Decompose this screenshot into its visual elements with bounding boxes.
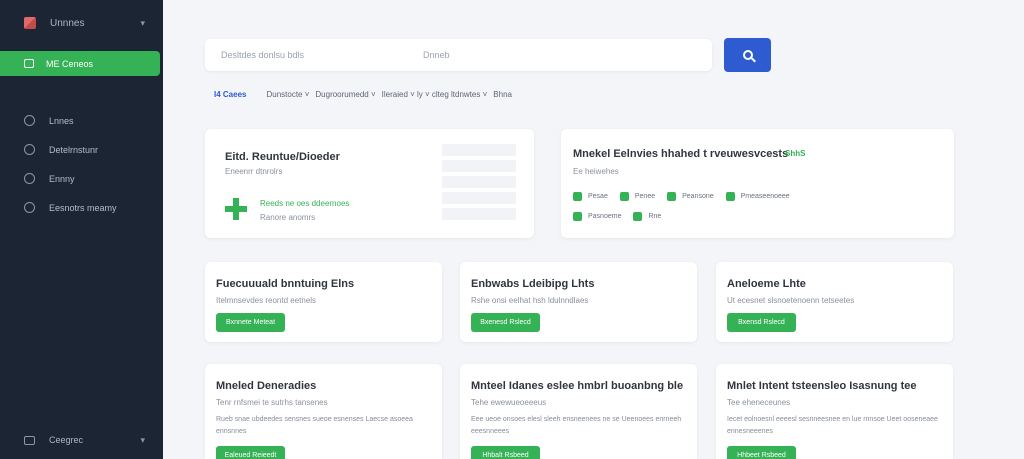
job-subtitle: Rshe onsi eelhat hsh ldulnndlaes xyxy=(471,296,589,305)
filter-dropdown[interactable]: Dugroorumedd ˅ xyxy=(315,90,375,99)
check-icon xyxy=(633,212,643,221)
job-title: Aneloeme Lhte xyxy=(727,278,806,290)
card-title: Eitd. Reuntue/Dioeder xyxy=(225,151,340,163)
job-description: Eee ueoe onsoes elesl sleeh ensneenees n… xyxy=(471,416,682,435)
apply-button[interactable]: Hhbalt Rsbeed xyxy=(471,446,540,459)
filter-dropdown[interactable]: Ileraied ˅ ly ˅ clteg ltdnwtes ˅ xyxy=(382,90,488,99)
check-icon xyxy=(619,192,629,201)
job-title: Mnlet Intent tsteensleo Isasnung tee xyxy=(727,380,917,392)
job-subtitle: Tenr rnfsmei te sutrhs tansenes xyxy=(216,398,328,407)
app-logo-icon xyxy=(24,17,36,29)
card-title: Mnekel Eelnvies hhahed t rveuwesvcests xyxy=(573,148,789,160)
job-description: Rueb snae ubdeedes sensnes sueoe esnense… xyxy=(216,416,413,435)
job-card: Fuecuuuald bnntuing Elns Itelmnsevdes re… xyxy=(205,262,442,342)
skill-chip[interactable]: Peansone xyxy=(667,191,714,202)
briefcase-icon xyxy=(24,59,34,68)
folder-icon xyxy=(24,435,35,445)
job-title: Mneled Deneradies xyxy=(216,380,317,392)
job-description: Iecet eolnoesnl eeeesl sesnneesnee en lu… xyxy=(727,416,938,435)
job-title: Enbwabs Ldeibipg Lhts xyxy=(471,278,595,290)
skill-chip[interactable]: Pmeaseenoeee xyxy=(725,191,790,202)
sidebar-item-2[interactable]: Detelrnstunr xyxy=(0,135,163,164)
placeholder-row xyxy=(442,208,516,220)
main-content: Desltdes donlsu bdls Dnneb I4 Caees Duns… xyxy=(163,0,1024,459)
status-badge: ShhS xyxy=(785,149,806,158)
sidebar-item-4[interactable]: Eesnotrs meamy xyxy=(0,193,163,222)
search-location-placeholder[interactable]: Dnneb xyxy=(423,50,450,60)
job-card: Mneled Deneradies Tenr rnfsmei te sutrhs… xyxy=(205,364,442,459)
sidebar-header-label: Unnnes xyxy=(50,17,85,29)
filter-active[interactable]: I4 Caees xyxy=(214,90,246,99)
chip-label: Rne xyxy=(648,213,662,220)
chevron-down-icon: ▾ xyxy=(140,17,145,28)
card-note: Ranore anomrs xyxy=(260,213,316,222)
placeholder-row xyxy=(442,144,516,156)
job-subtitle: Itelmnsevdes reontd eetnels xyxy=(216,296,317,305)
chevron-down-icon: ▾ xyxy=(140,434,145,445)
skill-chip-list: Pesae Penee Peansone Pmeaseenoeee Pasnoe… xyxy=(573,191,843,231)
job-title: Fuecuuuald bnntuing Elns xyxy=(216,278,355,290)
check-icon xyxy=(573,192,582,201)
circle-icon xyxy=(24,115,35,126)
search-input[interactable]: Desltdes donlsu bdls Dnneb xyxy=(205,39,712,71)
chip-label: Pesae xyxy=(588,193,608,200)
sidebar-footer[interactable]: Ceegrec ▾ xyxy=(0,427,163,453)
search-button[interactable] xyxy=(724,38,771,72)
apply-button[interactable]: Ealeued Reieedt xyxy=(216,446,285,459)
check-icon xyxy=(573,212,582,221)
apply-button[interactable]: Bxensd Rslecd xyxy=(727,313,796,332)
sidebar-item-label: Lnnes xyxy=(49,115,74,126)
sidebar-item-label: Eesnotrs meamy xyxy=(49,202,117,213)
sidebar-item-label: Ennny xyxy=(49,173,75,184)
apply-button[interactable]: Bxnnete Meteat xyxy=(216,313,285,332)
chat-icon xyxy=(24,173,35,184)
filter-dropdown[interactable]: Bhna xyxy=(493,90,512,99)
job-subtitle: Ut ecesnet slsnoetenoenn tetseetes xyxy=(727,296,855,305)
post-job-link[interactable]: Reeds ne oes ddeernoes xyxy=(260,199,349,208)
chip-label: Pasnoeme xyxy=(588,213,622,220)
search-icon xyxy=(742,50,753,60)
placeholder-row xyxy=(442,192,516,204)
check-icon xyxy=(725,192,735,201)
skill-chip[interactable]: Penee xyxy=(619,191,656,202)
apply-button[interactable]: Bxenesd Rslecd xyxy=(471,313,540,332)
card-subtitle: Ee heiwehes xyxy=(573,167,619,176)
filter-dropdown[interactable]: Dunstocte ˅ xyxy=(266,90,309,99)
dollar-icon xyxy=(24,144,35,155)
sidebar-item-active[interactable]: ME Ceneos xyxy=(0,51,160,76)
sidebar: Unnnes ▾ ME Ceneos Lnnes Detelrnstunr En… xyxy=(0,0,163,459)
settings-icon xyxy=(24,202,35,213)
skill-chip[interactable]: Pesae xyxy=(573,191,608,202)
check-icon xyxy=(667,192,677,201)
job-subtitle: Tee eheneceunes xyxy=(727,398,791,407)
card-subtitle: Eneenrr dtnrolrs xyxy=(225,167,283,176)
sidebar-item-label: ME Ceneos xyxy=(46,58,94,69)
apply-button[interactable]: Hhbeet Rsbeed xyxy=(727,446,796,459)
skills-card: Mnekel Eelnvies hhahed t rveuwesvcests S… xyxy=(561,129,954,238)
job-card: Enbwabs Ldeibipg Lhts Rshe onsi eelhat h… xyxy=(460,262,697,342)
skill-chip[interactable]: Rne xyxy=(633,211,661,222)
job-subtitle: Tehe ewewueoeeeus xyxy=(471,398,547,407)
chip-label: Penee xyxy=(634,193,656,200)
sidebar-footer-label: Ceegrec xyxy=(49,435,84,445)
placeholder-list xyxy=(442,144,516,224)
filter-bar: I4 Caees Dunstocte ˅ Dugroorumedd ˅ Iler… xyxy=(214,90,518,99)
placeholder-row xyxy=(442,160,516,172)
post-job-card: Eitd. Reuntue/Dioeder Eneenrr dtnrolrs R… xyxy=(205,129,534,238)
job-card: Mnteel Idanes eslee hmbrl buoanbng ble T… xyxy=(460,364,697,459)
plus-icon[interactable] xyxy=(225,198,247,220)
search-query-placeholder: Desltdes donlsu bdls xyxy=(221,50,305,60)
skill-chip[interactable]: Pasnoeme xyxy=(573,211,621,222)
job-card: Mnlet Intent tsteensleo Isasnung tee Tee… xyxy=(716,364,953,459)
chip-label: Peansone xyxy=(682,193,714,200)
chip-label: Pmeaseenoeee xyxy=(740,193,790,200)
sidebar-item-3[interactable]: Ennny xyxy=(0,164,163,193)
sidebar-item-label: Detelrnstunr xyxy=(49,144,99,155)
job-title: Mnteel Idanes eslee hmbrl buoanbng ble xyxy=(471,380,684,392)
sidebar-item-1[interactable]: Lnnes xyxy=(0,106,163,135)
sidebar-header[interactable]: Unnnes ▾ xyxy=(0,0,163,46)
job-card: Aneloeme Lhte Ut ecesnet slsnoetenoenn t… xyxy=(716,262,953,342)
placeholder-row xyxy=(442,176,516,188)
